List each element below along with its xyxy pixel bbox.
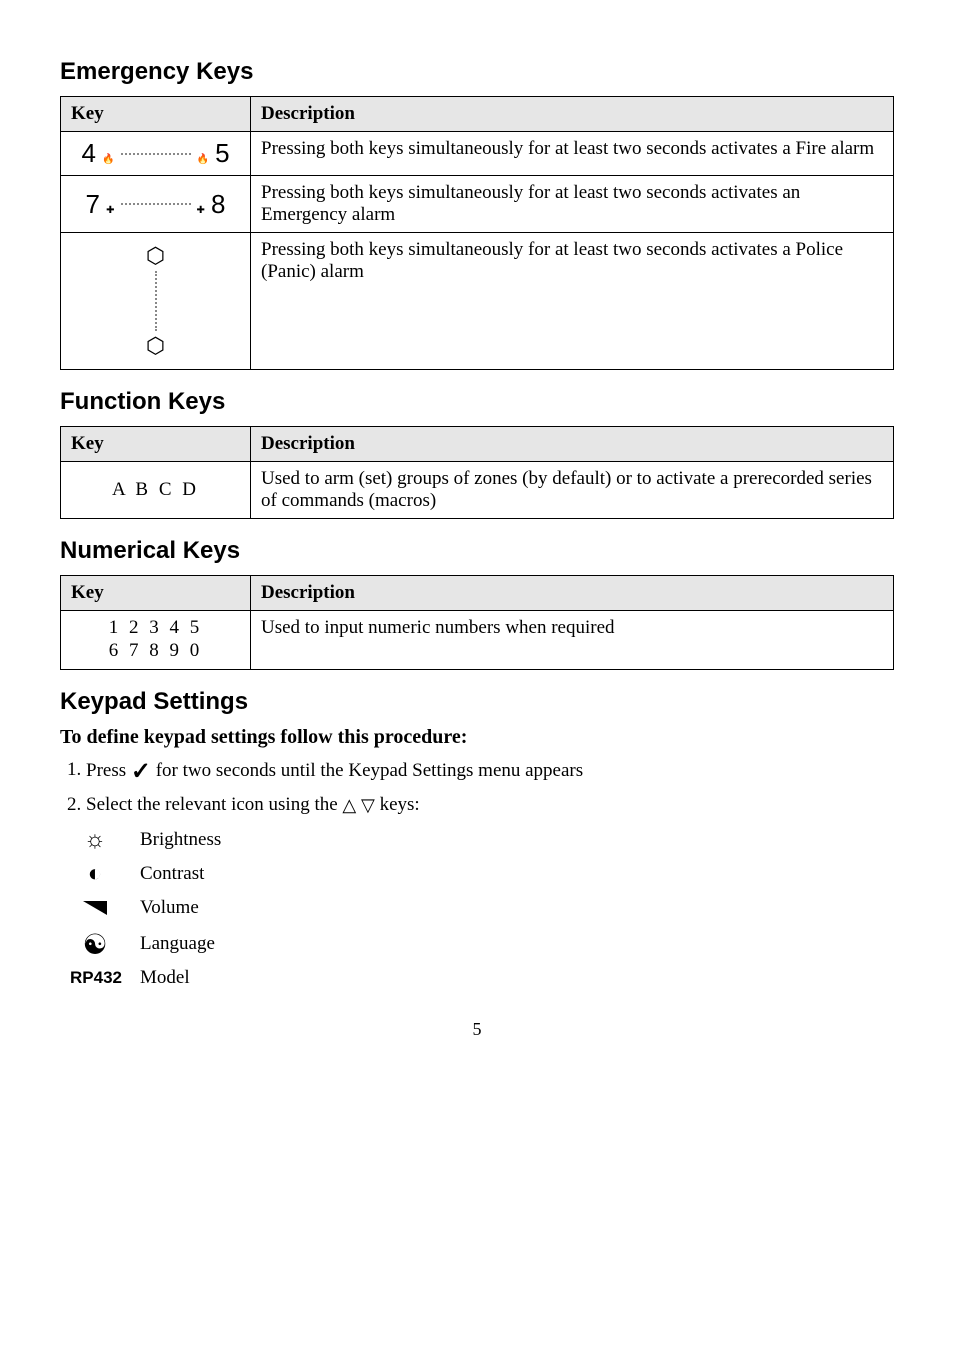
- key-4: 4: [81, 138, 95, 168]
- numerical-keys-table: Key Description 1 2 3 4 5 6 7 8 9 0 Used…: [60, 575, 894, 670]
- settings-row-model: RP432 Model: [70, 967, 894, 989]
- page-number: 5: [60, 1019, 894, 1040]
- table-row: 4 🔥 🔥 5 Pressing both keys simultaneousl…: [61, 132, 894, 176]
- emergency-keys-table: Key Description 4 🔥 🔥 5 Pressing both ke…: [60, 96, 894, 370]
- dotted-connector: [121, 153, 191, 155]
- table-header-desc: Description: [251, 427, 894, 462]
- settings-options-list: ☼ Brightness ◐ Contrast Volume ☯ Languag…: [70, 826, 894, 989]
- badge-icon-top: ⬡: [146, 245, 165, 267]
- keys-abcd: A B C D: [71, 475, 240, 505]
- settings-label: Brightness: [140, 829, 221, 851]
- procedure-heading: To define keypad settings follow this pr…: [60, 726, 894, 749]
- police-key-stack: ⬡ ⬡: [71, 239, 240, 363]
- table-header-desc: Description: [251, 576, 894, 611]
- key-pair-4-5: 4 🔥 🔥 5: [71, 138, 240, 169]
- function-keys-table: Key Description A B C D Used to arm (set…: [60, 426, 894, 519]
- procedure-step-2: Select the relevant icon using the △ ▽ k…: [86, 794, 894, 816]
- procedure-list: Press ✓ for two seconds until the Keypad…: [60, 757, 894, 816]
- settings-row-brightness: ☼ Brightness: [70, 826, 894, 854]
- contrast-icon: ◐: [70, 860, 120, 888]
- brightness-icon: ☼: [70, 826, 120, 854]
- procedure-step-1: Press ✓ for two seconds until the Keypad…: [86, 757, 894, 786]
- settings-label: Language: [140, 933, 215, 955]
- table-header-key: Key: [61, 576, 251, 611]
- desc-cell: Used to input numeric numbers when requi…: [251, 611, 894, 670]
- section-heading-numerical: Numerical Keys: [60, 537, 894, 565]
- table-header-key: Key: [61, 427, 251, 462]
- key-7: 7: [86, 189, 100, 219]
- desc-cell: Pressing both keys simultaneously for at…: [251, 132, 894, 176]
- plus-icon-left: ✚: [106, 205, 114, 216]
- settings-row-volume: Volume: [70, 894, 894, 922]
- key-8: 8: [211, 189, 225, 219]
- table-header-desc: Description: [251, 97, 894, 132]
- settings-label: Model: [140, 967, 190, 989]
- section-heading-function: Function Keys: [60, 388, 894, 416]
- settings-row-contrast: ◐ Contrast: [70, 860, 894, 888]
- key-5: 5: [215, 138, 229, 168]
- settings-row-language: ☯ Language: [70, 928, 894, 961]
- table-row: 7 ✚ ✚ 8 Pressing both keys simultaneousl…: [61, 176, 894, 233]
- desc-cell: Pressing both keys simultaneously for at…: [251, 176, 894, 233]
- table-row: 1 2 3 4 5 6 7 8 9 0 Used to input numeri…: [61, 611, 894, 670]
- fire-icon-left: 🔥: [102, 154, 114, 165]
- triangle-up-icon: △: [342, 795, 356, 816]
- section-heading-keypad: Keypad Settings: [60, 688, 894, 716]
- dotted-connector-v: [155, 271, 157, 331]
- key-pair-7-8: 7 ✚ ✚ 8: [71, 189, 240, 220]
- keys-67890: 6 7 8 9 0: [71, 640, 240, 663]
- language-icon: ☯: [70, 928, 120, 961]
- check-icon: ✓: [131, 757, 151, 786]
- badge-icon-bottom: ⬡: [146, 335, 165, 357]
- section-heading-emergency: Emergency Keys: [60, 58, 894, 86]
- fire-icon-right: 🔥: [197, 154, 209, 165]
- keys-12345: 1 2 3 4 5: [71, 617, 240, 640]
- desc-cell: Pressing both keys simultaneously for at…: [251, 233, 894, 370]
- table-header-key: Key: [61, 97, 251, 132]
- desc-cell: Used to arm (set) groups of zones (by de…: [251, 462, 894, 519]
- table-row: ⬡ ⬡ Pressing both keys simultaneously fo…: [61, 233, 894, 370]
- table-row: A B C D Used to arm (set) groups of zone…: [61, 462, 894, 519]
- triangle-down-icon: ▽: [361, 795, 375, 816]
- plus-icon-right: ✚: [197, 205, 205, 216]
- model-key-label: RP432: [70, 968, 120, 988]
- settings-label: Volume: [140, 897, 199, 919]
- volume-icon: [70, 894, 120, 922]
- settings-label: Contrast: [140, 863, 204, 885]
- dotted-connector: [121, 203, 191, 205]
